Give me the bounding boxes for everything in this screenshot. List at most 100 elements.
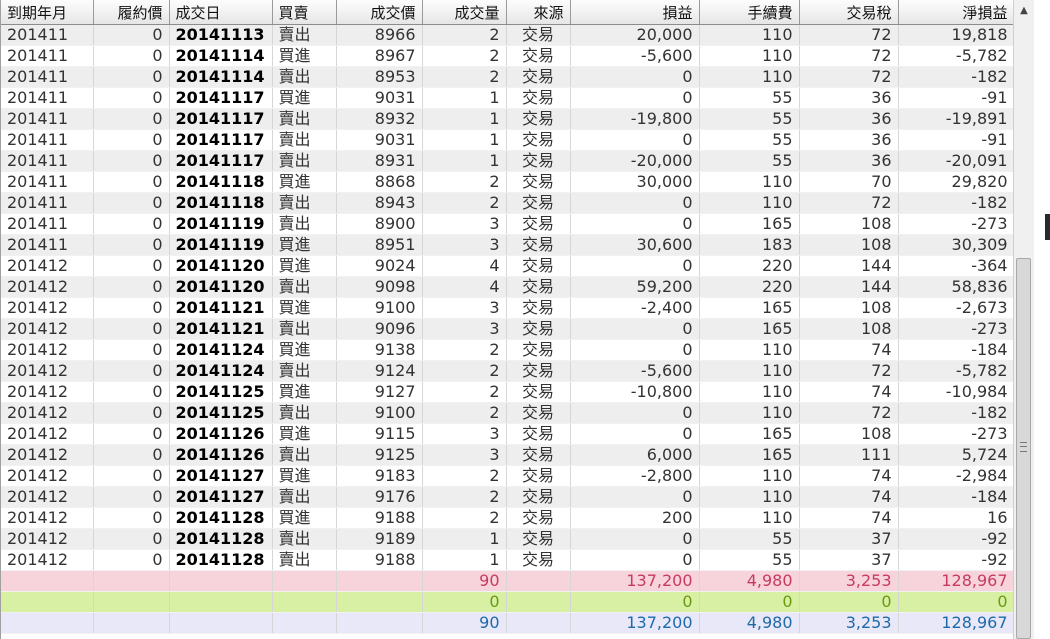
table-row[interactable]: 201412 0 20141121 賣出 9096 3 交易 0 165 108 -273: [1, 318, 1014, 340]
vertical-scrollbar[interactable]: ▲: [1013, 0, 1034, 639]
cell-side: 賣出: [272, 66, 337, 88]
cell-fee: 55: [699, 87, 800, 109]
cell-tax: 74: [799, 486, 899, 508]
cell-strike: 0: [93, 129, 170, 151]
table-row[interactable]: 201412 0 20141124 買進 9138 2 交易 0 110 74 -184: [1, 339, 1014, 361]
summary-body: 90 137,200 4,980 3,253 128,967 0 0 0 0 0: [1, 570, 1014, 634]
cell-net-pnl: -364: [898, 255, 1014, 277]
cell-tax: 74: [799, 465, 899, 487]
table-row[interactable]: 201412 0 20141126 買進 9115 3 交易 0 165 108 -273: [1, 423, 1014, 445]
summary-row-open[interactable]: 0 0 0 0 0: [1, 591, 1014, 613]
table-row[interactable]: 201411 0 20141114 買進 8967 2 交易 -5,600 110 72 -5,78…: [1, 45, 1014, 67]
cell-strike: 0: [93, 297, 170, 319]
col-header-strike[interactable]: 履約價: [93, 0, 170, 25]
scrollbar-thumb[interactable]: [1016, 258, 1031, 639]
cell-trade-date: 20141119: [169, 234, 273, 256]
cell-source: 交易: [506, 297, 571, 319]
cell-side: 賣出: [272, 486, 337, 508]
cell-pnl: 0: [570, 402, 700, 424]
col-header-volume[interactable]: 成交量: [422, 0, 507, 25]
col-header-trade-date[interactable]: 成交日: [169, 0, 273, 25]
cell-side: 賣出: [272, 276, 337, 298]
cell-pnl: 0: [570, 339, 700, 361]
cell-fee: 220: [699, 255, 800, 277]
scroll-up-arrow-icon[interactable]: ▲: [1014, 0, 1034, 22]
cell-strike: 0: [93, 402, 170, 424]
summary-row-total[interactable]: 90 137,200 4,980 3,253 128,967: [1, 570, 1014, 592]
cell-side: 賣出: [272, 444, 337, 466]
cell-source: 交易: [506, 381, 571, 403]
cell-net-pnl: -20,091: [898, 150, 1014, 172]
cell-pnl: 0: [570, 423, 700, 445]
table-row[interactable]: 201412 0 20141128 賣出 9188 1 交易 0 55 37 -92: [1, 549, 1014, 571]
cell-pnl: -10,800: [570, 381, 700, 403]
cell-volume: 2: [422, 24, 507, 46]
col-header-side[interactable]: 買賣: [272, 0, 337, 25]
cell-price: 9189: [336, 528, 423, 550]
summary-tax: 3,253: [799, 612, 899, 634]
table-row[interactable]: 201412 0 20141120 賣出 9098 4 交易 59,200 220 144 58,8…: [1, 276, 1014, 298]
cell-pnl: 30,600: [570, 234, 700, 256]
table-row[interactable]: 201412 0 20141124 賣出 9124 2 交易 -5,600 110 72 -5,78…: [1, 360, 1014, 382]
col-header-pnl[interactable]: 損益: [570, 0, 700, 25]
col-header-price[interactable]: 成交價: [336, 0, 423, 25]
col-header-tax[interactable]: 交易稅: [799, 0, 899, 25]
table-row[interactable]: 201411 0 20141118 賣出 8943 2 交易 0 110 72 -182: [1, 192, 1014, 214]
table-row[interactable]: 201412 0 20141125 買進 9127 2 交易 -10,800 110 74 -10,…: [1, 381, 1014, 403]
cell-price: 8868: [336, 171, 423, 193]
summary-volume: 90: [422, 612, 507, 634]
table-row[interactable]: 201411 0 20141117 買進 9031 1 交易 0 55 36 -91: [1, 87, 1014, 109]
cell-tax: 70: [799, 171, 899, 193]
table-row[interactable]: 201411 0 20141119 賣出 8900 3 交易 0 165 108 -273: [1, 213, 1014, 235]
table-row[interactable]: 201411 0 20141114 賣出 8953 2 交易 0 110 72 -182: [1, 66, 1014, 88]
table-row[interactable]: 201412 0 20141128 買進 9188 2 交易 200 110 74 16: [1, 507, 1014, 529]
table-row[interactable]: 201411 0 20141117 賣出 9031 1 交易 0 55 36 -91: [1, 129, 1014, 151]
table-row[interactable]: 201412 0 20141120 買進 9024 4 交易 0 220 144 -364: [1, 255, 1014, 277]
cell-price: 9098: [336, 276, 423, 298]
summary-row-grand-total[interactable]: 90 137,200 4,980 3,253 128,967: [1, 612, 1014, 634]
cell-trade-date: 20141120: [169, 255, 273, 277]
table-row[interactable]: 201412 0 20141121 買進 9100 3 交易 -2,400 165 108 -2,6…: [1, 297, 1014, 319]
cell-fee: 183: [699, 234, 800, 256]
table-row[interactable]: 201412 0 20141127 買進 9183 2 交易 -2,800 110 74 -2,98…: [1, 465, 1014, 487]
table-row[interactable]: 201411 0 20141113 賣出 8966 2 交易 20,000 110 72 19,81…: [1, 24, 1014, 46]
table-row[interactable]: 201411 0 20141117 賣出 8931 1 交易 -20,000 55 36 -20,0…: [1, 150, 1014, 172]
cell-expiry: 201412: [1, 360, 94, 382]
cell-side: 賣出: [272, 360, 337, 382]
cell-tax: 36: [799, 87, 899, 109]
cell-fee: 220: [699, 276, 800, 298]
cell-expiry: 201412: [1, 402, 94, 424]
cell-net-pnl: 16: [898, 507, 1014, 529]
cell-trade-date: 20141113: [169, 24, 273, 46]
table-row[interactable]: 201411 0 20141119 買進 8951 3 交易 30,600 183 108 30,3…: [1, 234, 1014, 256]
cell-price: 9183: [336, 465, 423, 487]
table-row[interactable]: 201411 0 20141117 賣出 8932 1 交易 -19,800 55 36 -19,8…: [1, 108, 1014, 130]
table-row[interactable]: 201412 0 20141126 賣出 9125 3 交易 6,000 165 111 5,724: [1, 444, 1014, 466]
cell-fee: 55: [699, 129, 800, 151]
cell-net-pnl: -273: [898, 318, 1014, 340]
cell-side: 賣出: [272, 528, 337, 550]
table-row[interactable]: 201411 0 20141118 買進 8868 2 交易 30,000 110 70 29,82…: [1, 171, 1014, 193]
cell-strike: 0: [93, 381, 170, 403]
cell-net-pnl: 19,818: [898, 24, 1014, 46]
cell-volume: 2: [422, 360, 507, 382]
col-header-source[interactable]: 來源: [506, 0, 571, 25]
cell-strike: 0: [93, 465, 170, 487]
cell-net-pnl: -91: [898, 129, 1014, 151]
cell-strike: 0: [93, 360, 170, 382]
cell-price: 9188: [336, 507, 423, 529]
col-header-fee[interactable]: 手續費: [699, 0, 800, 25]
header-row: 到期年月 履約價 成交日 買賣 成交價 成交量 來源 損益 手續費 交易稅 淨損…: [1, 0, 1014, 25]
cell-side: 買進: [272, 234, 337, 256]
cell-side: 買進: [272, 507, 337, 529]
cell-volume: 4: [422, 255, 507, 277]
cell-net-pnl: -19,891: [898, 108, 1014, 130]
cell-source: 交易: [506, 45, 571, 67]
cell-source: 交易: [506, 108, 571, 130]
col-header-expiry[interactable]: 到期年月: [1, 0, 94, 25]
cell-net-pnl: 29,820: [898, 171, 1014, 193]
col-header-net-pnl[interactable]: 淨損益: [898, 0, 1014, 25]
table-row[interactable]: 201412 0 20141128 賣出 9189 1 交易 0 55 37 -92: [1, 528, 1014, 550]
table-row[interactable]: 201412 0 20141125 賣出 9100 2 交易 0 110 72 -182: [1, 402, 1014, 424]
table-row[interactable]: 201412 0 20141127 賣出 9176 2 交易 0 110 74 -184: [1, 486, 1014, 508]
